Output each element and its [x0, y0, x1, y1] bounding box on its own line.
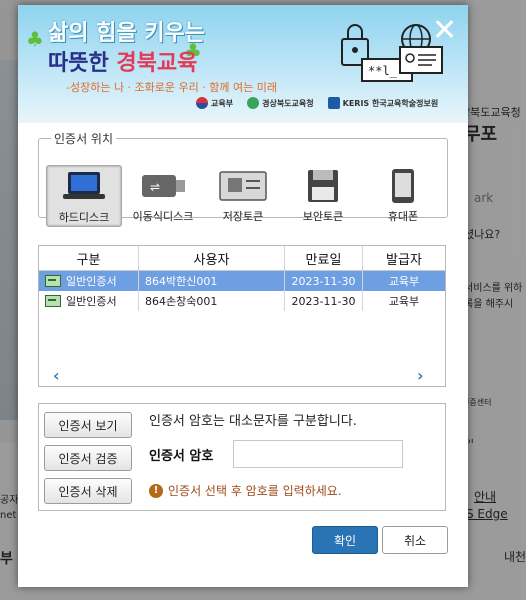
certificate-icon: [45, 295, 61, 307]
column-header-user[interactable]: 사용자: [139, 246, 285, 270]
banner: ♣ ♣ 삶의 힘을 키우는 따뜻한 경북교육 -성장하는 나 · 조화로운 우리…: [18, 5, 468, 123]
drive-label: 휴대폰: [387, 210, 419, 223]
password-input[interactable]: [233, 440, 403, 468]
warning-text: 인증서 선택 후 암호를 입력하세요.: [168, 484, 342, 498]
banner-slogan-line1: 삶의 힘을 키우는: [48, 21, 205, 46]
delete-certificate-button[interactable]: 인증서 삭제: [44, 478, 132, 504]
drive-label: 저장토큰: [222, 210, 264, 223]
column-header-expiry[interactable]: 만료일: [285, 246, 363, 270]
keris-logo: KERIS 한국교육학술정보원: [327, 97, 438, 109]
certificate-icon: [45, 275, 61, 287]
svg-text:⇌: ⇌: [150, 180, 160, 194]
warning-icon: !: [149, 483, 163, 498]
password-label: 인증서 암호: [149, 449, 214, 464]
cancel-button[interactable]: 취소: [382, 526, 448, 554]
cell-issuer: 교육부: [388, 275, 420, 288]
scroll-left-icon[interactable]: ‹: [53, 366, 60, 385]
phone-icon: [392, 169, 414, 203]
password-warning: ! 인증서 선택 후 암호를 입력하세요.: [149, 482, 342, 499]
cell-type: 일반인증서: [39, 291, 139, 311]
clover-icon: ♣: [26, 27, 44, 51]
floppy-icon: [308, 170, 338, 202]
scroll-right-icon[interactable]: ›: [417, 366, 424, 385]
column-header-issuer[interactable]: 발급자: [363, 246, 445, 270]
banner-slogan-line3: -성장하는 나 · 조화로운 우리 · 함께 여는 미래: [66, 81, 277, 94]
banner-slogan-line2: 따뜻한 경북교육: [48, 51, 198, 76]
close-button[interactable]: [432, 17, 456, 41]
banner-logos: 교육부 경상북도교육청 KERIS 한국교육학술정보원: [196, 97, 438, 109]
view-certificate-button[interactable]: 인증서 보기: [44, 412, 132, 438]
certificate-table: 구분 사용자 만료일 발급자 일반인증서 864박한신001 2023-11-3…: [38, 245, 446, 387]
drive-phone[interactable]: 휴대폰: [366, 165, 440, 225]
gbe-logo: 경상북도교육청: [247, 97, 314, 109]
svg-text:**l_: **l_: [368, 64, 398, 78]
location-legend: 인증서 위치: [54, 132, 114, 146]
drive-label: 이동식디스크: [132, 210, 194, 223]
table-row[interactable]: 일반인증서 864박한신001 2023-11-30 교육부: [39, 271, 445, 291]
drive-storage-token[interactable]: 저장토큰: [206, 165, 280, 225]
drive-label: 하드디스크: [58, 211, 110, 224]
cell-expiry: 2023-11-30: [285, 291, 363, 311]
cell-user: 864손창숙001: [139, 291, 285, 311]
cell-type: 일반인증서: [39, 271, 139, 291]
table-header: 구분 사용자 만료일 발급자: [39, 246, 445, 271]
ok-button[interactable]: 확인: [312, 526, 378, 554]
laptop-icon: [63, 172, 105, 199]
drive-removable[interactable]: ⇌ 이동식디스크: [126, 165, 200, 225]
column-header-type[interactable]: 구분: [39, 246, 139, 270]
drive-label: 보안토큰: [302, 210, 344, 223]
table-row[interactable]: 일반인증서 864손창숙001 2023-11-30 교육부: [39, 291, 445, 311]
cell-issuer: 교육부: [388, 295, 420, 308]
usb-icon: ⇌: [142, 175, 185, 197]
moe-logo: 교육부: [196, 97, 233, 109]
case-sensitive-note: 인증서 암호는 대소문자를 구분합니다.: [149, 414, 357, 429]
verify-certificate-button[interactable]: 인증서 검증: [44, 445, 132, 471]
certificate-dialog: ♣ ♣ 삶의 힘을 키우는 따뜻한 경북교육 -성장하는 나 · 조화로운 우리…: [18, 5, 468, 587]
drive-security-token[interactable]: 보안토큰: [286, 165, 360, 225]
password-group: 인증서 보기 인증서 검증 인증서 삭제 인증서 암호는 대소문자를 구분합니다…: [38, 403, 446, 511]
certificate-location-group: 인증서 위치 하드디스크 ⇌ 이동식디스크 저장토큰 보안토큰 휴대폰: [38, 130, 448, 227]
drive-harddisk[interactable]: 하드디스크: [46, 165, 122, 227]
token-icon: [219, 171, 267, 201]
cell-expiry: 2023-11-30: [285, 271, 363, 291]
cell-user: 864박한신001: [139, 271, 285, 291]
